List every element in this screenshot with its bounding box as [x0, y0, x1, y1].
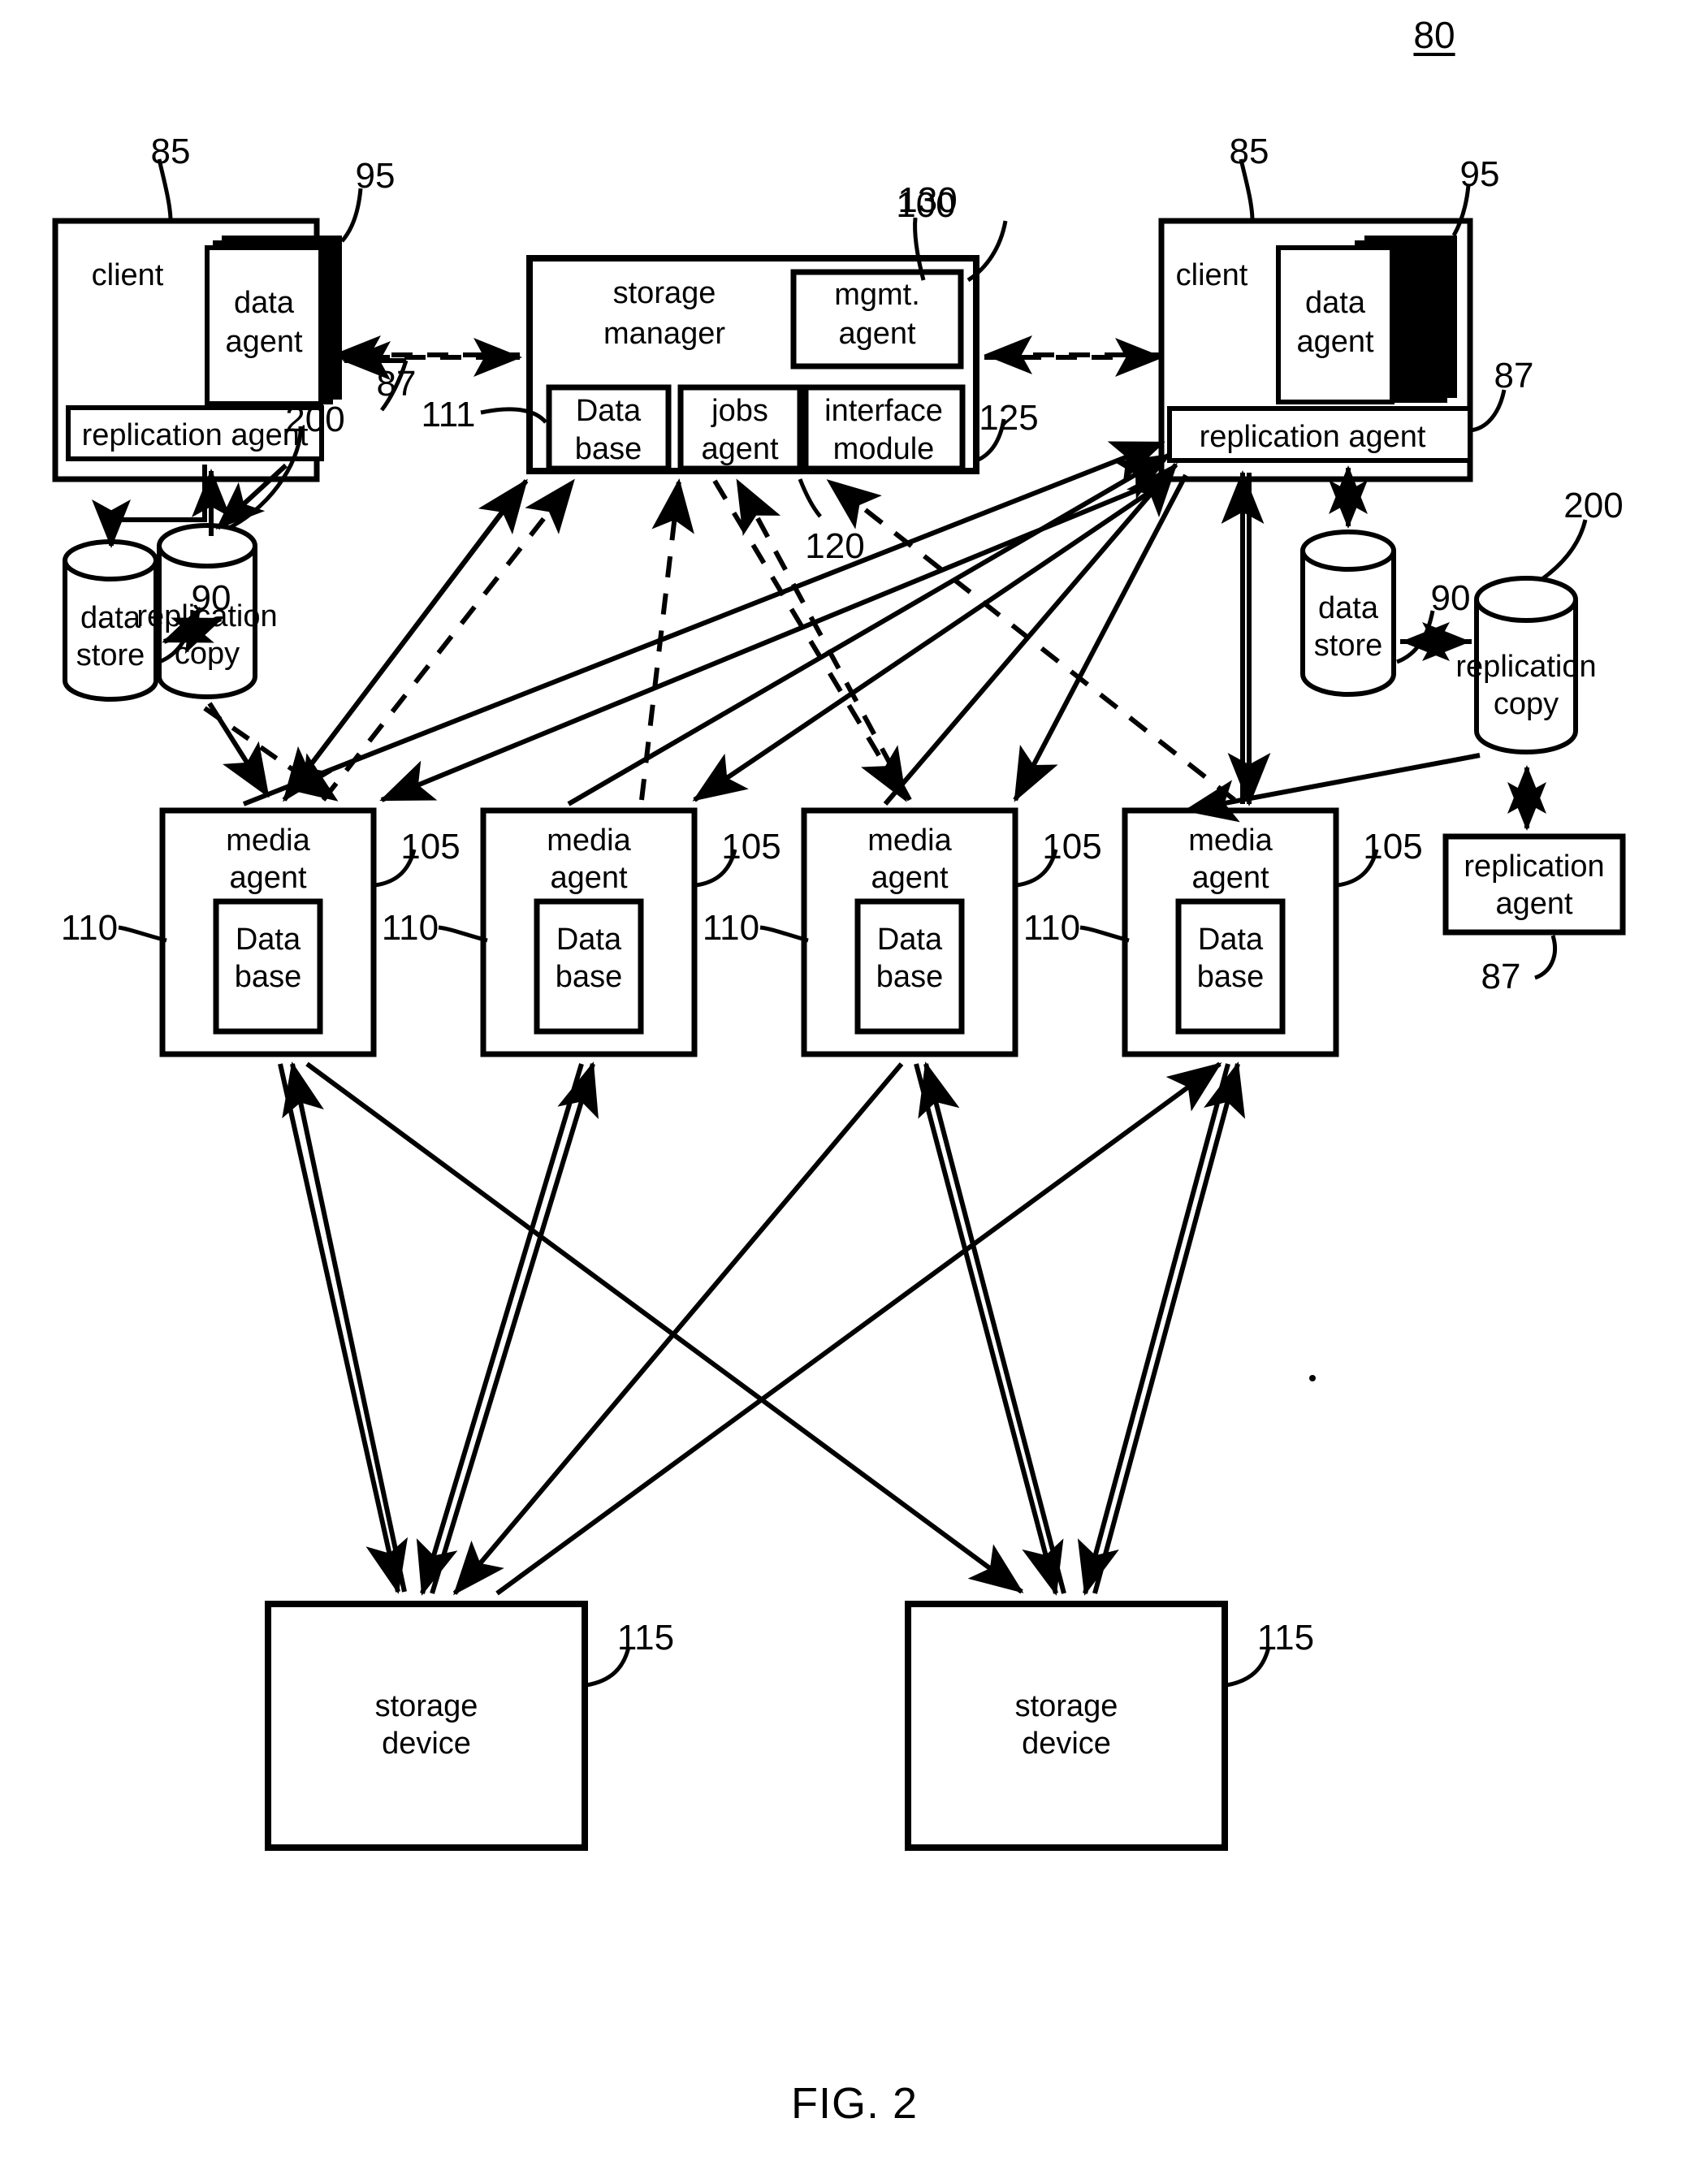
- replication-copy-right-line1: replication: [1455, 650, 1597, 684]
- ref-130-mgmt-agent: 130: [897, 180, 958, 220]
- data-agent-right-line1: data: [1305, 286, 1365, 320]
- ref-200-right-replication-copy: 200: [1563, 486, 1624, 525]
- ref-110-media-agent-3-db: 110: [702, 908, 760, 948]
- data-agent-left-line1: data: [234, 286, 294, 320]
- ref-105-media-agent-2: 105: [721, 827, 781, 867]
- storage-device-2-line1: storage: [1014, 1689, 1118, 1723]
- ref-85-right-client: 85: [1229, 132, 1269, 171]
- sm-database-line2: base: [574, 432, 642, 466]
- ref-125-interface-module: 125: [979, 398, 1039, 438]
- patent-figure-canvas: 80 client 85 data agent 95 replication a…: [0, 0, 1708, 2183]
- ref-87-left-replication-agent: 87: [376, 364, 417, 404]
- ref-115-storage-device-2: 115: [1256, 1618, 1315, 1658]
- media-agent-4-line1: media: [1188, 823, 1273, 858]
- media-agent-2-line2: agent: [550, 861, 628, 895]
- mgmt-agent-line1: mgmt.: [834, 278, 920, 312]
- data-store-left-line1: data: [80, 601, 141, 635]
- ref-87-right-replication-agent: 87: [1494, 356, 1534, 396]
- ref-110-media-agent-1-db: 110: [60, 908, 119, 948]
- jobs-agent-line1: jobs: [711, 394, 768, 428]
- replication-agent-right-label: replication agent: [1199, 420, 1426, 454]
- ref-110-media-agent-4-db: 110: [1023, 908, 1081, 948]
- ref-115-storage-device-1: 115: [616, 1618, 675, 1658]
- media-agent-3-line2: agent: [871, 861, 949, 895]
- storage-device-2-line2: device: [1022, 1727, 1111, 1761]
- ref-200-left-replication-copy: 200: [285, 400, 345, 439]
- ref-85-left-client: 85: [150, 132, 191, 171]
- media-agent-2-line1: media: [547, 823, 631, 858]
- replication-copy-left-line1: replication: [136, 599, 278, 633]
- media-agent-1-line1: media: [226, 823, 310, 858]
- storage-manager-line1: storage: [612, 276, 716, 310]
- ref-111-sm-database: 111: [421, 395, 476, 434]
- replication-agent-left-label: replication agent: [81, 418, 309, 452]
- data-agent-left-line2: agent: [225, 325, 303, 359]
- storage-manager-line2: manager: [603, 317, 725, 351]
- storage-device-1-line1: storage: [374, 1689, 478, 1723]
- figure-caption: FIG. 2: [790, 2079, 919, 2128]
- ref-90-right-data-store: 90: [1430, 578, 1471, 618]
- data-store-right-line2: store: [1313, 629, 1383, 663]
- ref-110-media-agent-2-db: 110: [381, 908, 439, 948]
- media-agent-3-db-line2: base: [876, 960, 944, 994]
- media-agent-2-db-line2: base: [555, 960, 623, 994]
- interface-module-line2: module: [832, 432, 935, 466]
- media-agent-2-db-line1: Data: [556, 923, 622, 957]
- replication-copy-right-line2: copy: [1493, 687, 1559, 721]
- data-store-right-line1: data: [1318, 591, 1378, 625]
- ref-105-media-agent-1: 105: [400, 827, 461, 867]
- media-agent-1-db-line1: Data: [235, 923, 301, 957]
- data-agent-right-line2: agent: [1296, 325, 1374, 359]
- media-agent-4-db-line2: base: [1196, 960, 1265, 994]
- media-agent-3-db-line1: Data: [876, 923, 943, 957]
- media-agent-4-db-line1: Data: [1197, 923, 1264, 957]
- ref-95-right-data-agent: 95: [1459, 154, 1500, 194]
- storage-device-1-line2: device: [382, 1727, 471, 1761]
- ref-105-media-agent-3: 105: [1042, 827, 1102, 867]
- client-left-label: client: [91, 258, 164, 292]
- sm-database-line1: Data: [575, 394, 642, 428]
- system-reference-number: 80: [1413, 14, 1455, 56]
- ref-105-media-agent-4: 105: [1363, 827, 1423, 867]
- media-agent-1-line2: agent: [229, 861, 307, 895]
- media-agent-1-db-line2: base: [234, 960, 302, 994]
- media-agent-3-line1: media: [867, 823, 952, 858]
- mgmt-agent-line2: agent: [838, 317, 916, 351]
- media-agent-4-line2: agent: [1191, 861, 1269, 895]
- client-right-label: client: [1175, 258, 1248, 292]
- data-store-left-line2: store: [76, 638, 145, 672]
- interface-module-line1: interface: [824, 394, 943, 428]
- standalone-replication-agent-line2: agent: [1495, 887, 1573, 921]
- jobs-agent-line2: agent: [701, 432, 779, 466]
- ref-87-standalone-replication-agent: 87: [1481, 957, 1521, 996]
- ref-120-jobs-agent: 120: [805, 526, 865, 566]
- ref-95-left-data-agent: 95: [355, 156, 396, 196]
- standalone-replication-agent-line1: replication: [1464, 849, 1605, 884]
- replication-copy-left-line2: copy: [174, 637, 240, 671]
